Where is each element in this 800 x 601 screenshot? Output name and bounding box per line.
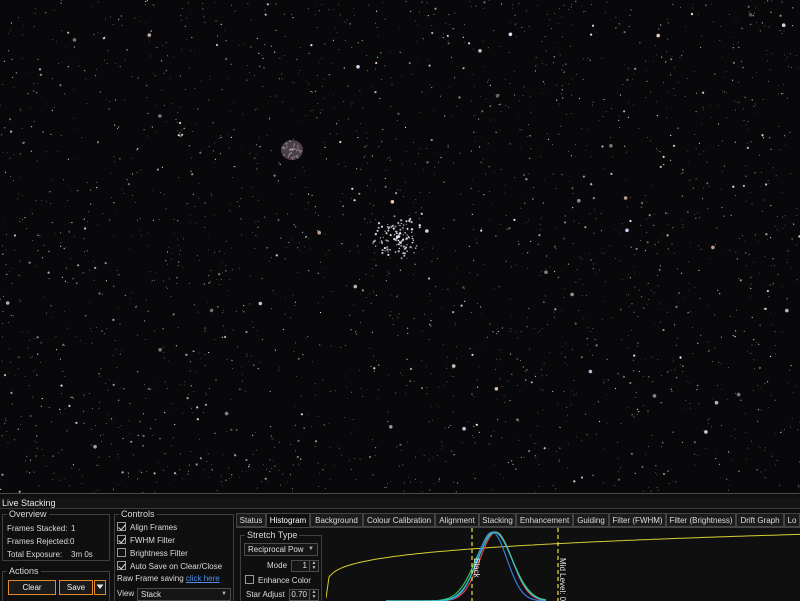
brightness-filter-checkbox[interactable]: Brightness Filter [117,548,188,559]
save-button[interactable]: Save [59,580,93,595]
frames-rejected-value: 0 [70,537,75,546]
brightness-filter-check[interactable] [117,548,126,557]
frames-stacked-value: 1 [71,524,76,533]
view-select[interactable]: Stack ▼ [137,588,231,601]
stretch-type-group: Stretch Type Reciprocal Pow ▼ Mode 1 ▲ ▼ … [240,530,322,601]
mode-spinner[interactable]: 1 ▲ ▼ [291,560,319,572]
stacked-image-view[interactable] [0,0,800,493]
tab-histogram[interactable]: Histogram [266,513,310,527]
tab-stacking[interactable]: Stacking [479,513,516,527]
mode-value: 1 [302,561,307,570]
frames-stacked-row: Frames Stacked: 1 [7,524,75,533]
tab-colour-calibration[interactable]: Colour Calibration [363,513,435,527]
star-adjust-value: 0.70 [291,590,307,599]
chevron-down-icon: ▼ [221,591,227,597]
mode-label: Mode [267,561,288,570]
mid-level-label: Mid Level: 0.0 [558,558,567,601]
frames-rejected-label: Frames Rejected: [7,537,71,546]
tab-filter-brightness[interactable]: Filter (Brightness) [666,513,736,527]
auto-save-checkbox[interactable]: Auto Save on Clear/Close [117,561,222,572]
frames-stacked-label: Frames Stacked: [7,524,68,533]
raw-frame-saving: Raw Frame saving click here [117,574,220,583]
stretch-type-select[interactable]: Reciprocal Pow ▼ [244,543,318,556]
total-exposure-value: 3m 0s [71,550,93,559]
fwhm-filter-checkbox[interactable]: FWHM Filter [117,535,175,546]
spinner-arrows-icon[interactable]: ▲ ▼ [309,590,318,600]
enhance-color-check[interactable] [245,575,254,584]
live-stacking-panel: Live Stacking Overview Frames Stacked: 1… [0,493,800,601]
tab-lo[interactable]: Lo [784,513,800,527]
overview-title: Overview [7,509,49,520]
panel-title: Live Stacking [0,497,800,509]
histogram-tab-content: Stretch Type Reciprocal Pow ▼ Mode 1 ▲ ▼ … [236,527,800,601]
raw-frame-saving-link[interactable]: click here [186,574,220,583]
enhance-color-checkbox[interactable]: Enhance Color [245,575,311,586]
actions-group: Actions Clear Save [2,566,110,601]
fwhm-filter-label: FWHM Filter [130,536,175,545]
total-exposure-row: Total Exposure: 3m 0s [7,550,93,559]
frames-rejected-row: Frames Rejected: 0 [7,537,74,546]
overview-group: Overview Frames Stacked: 1 Frames Reject… [2,509,110,561]
stretch-type-value: Reciprocal Pow [248,545,304,554]
fwhm-filter-check[interactable] [117,535,126,544]
auto-save-label: Auto Save on Clear/Close [130,562,223,571]
save-dropdown-button[interactable] [94,580,106,595]
actions-title: Actions [7,566,41,577]
histogram-chart[interactable]: Black Mid Level: 0.0 [326,528,800,601]
red-channel-curve [386,531,547,601]
tab-alignment[interactable]: Alignment [435,513,479,527]
view-select-value: Stack [141,590,162,599]
tab-enhancement[interactable]: Enhancement [516,513,573,527]
star-field-image [0,0,800,493]
tab-guiding[interactable]: Guiding [573,513,609,527]
blue-channel-curve [386,531,547,601]
star-adjust-label: Star Adjust [246,590,285,599]
controls-title: Controls [119,509,157,520]
tab-filter-fwhm[interactable]: Filter (FWHM) [609,513,666,527]
align-frames-checkbox[interactable]: Align Frames [117,522,177,533]
green-channel-curve [386,531,547,601]
chevron-down-icon [96,584,104,589]
controls-group: Controls Align Frames FWHM Filter Bright… [114,509,234,601]
clear-button[interactable]: Clear [8,580,56,595]
tab-bar: Status Histogram Background Colour Calibrat… [236,513,800,527]
raw-frame-saving-label: Raw Frame saving [117,574,184,583]
view-label: View [117,589,135,598]
brightness-filter-label: Brightness Filter [130,549,188,558]
total-exposure-label: Total Exposure: [7,550,63,559]
align-frames-check[interactable] [117,522,126,531]
stretch-type-title: Stretch Type [245,530,300,541]
tab-drift-graph[interactable]: Drift Graph [736,513,784,527]
luminance-channel-curve [386,531,547,601]
tab-background[interactable]: Background [310,513,363,527]
auto-save-check[interactable] [117,561,126,570]
star-adjust-spinner[interactable]: 0.70 ▲ ▼ [289,589,319,601]
enhance-color-label: Enhance Color [258,576,311,585]
chevron-down-icon: ▼ [308,546,314,552]
black-level-label: Black [472,558,481,579]
spinner-arrows-icon[interactable]: ▲ ▼ [309,561,318,571]
align-frames-label: Align Frames [130,523,178,532]
tab-status[interactable]: Status [236,513,266,527]
